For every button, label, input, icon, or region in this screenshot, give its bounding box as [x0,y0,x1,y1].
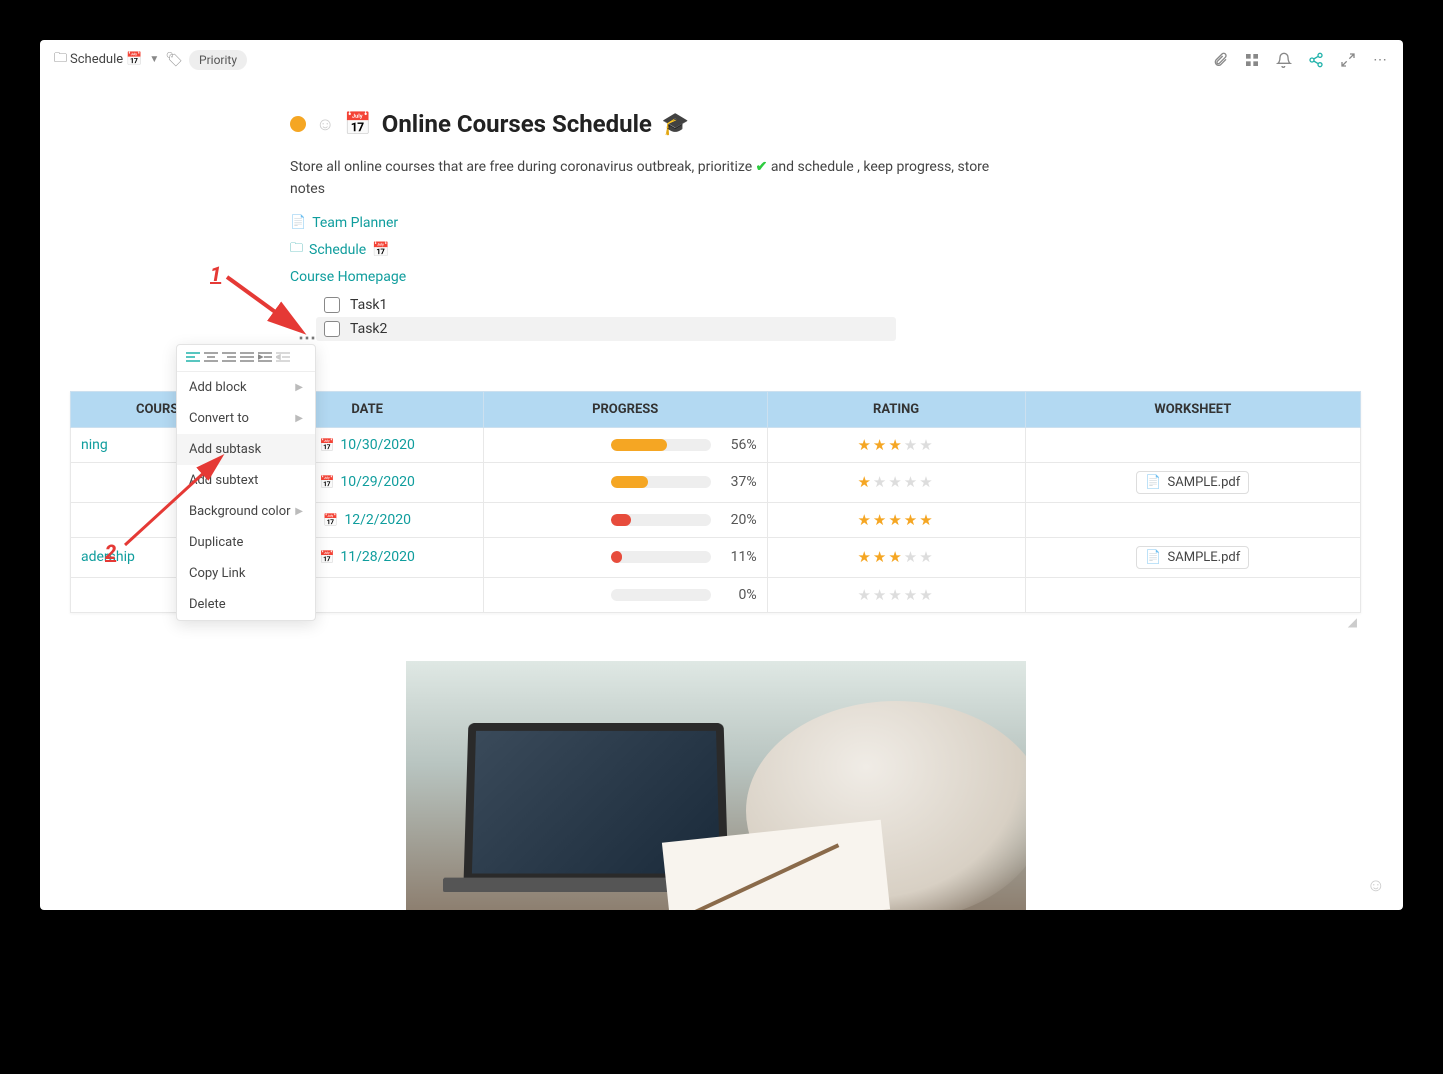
col-progress: PROGRESS [592,402,658,417]
align-justify-icon[interactable] [239,351,255,365]
schedule-link[interactable]: 🗀 Schedule📅 [290,239,1331,261]
annotation-2: 2 [105,540,116,564]
chevron-right-icon: ▶ [295,413,303,424]
outdent-icon[interactable] [275,351,291,365]
progress-bar [611,476,711,488]
page-description[interactable]: Store all online courses that are free d… [290,156,990,201]
progress-bar [611,514,711,526]
status-dot[interactable] [290,116,306,132]
top-bar: 🗀 Schedule📅 ▼ 🏷 Priority ⋯ [40,40,1403,80]
align-left-icon[interactable] [185,351,201,365]
file-icon: 📄 [1145,475,1161,490]
page-title[interactable]: Online Courses Schedule [382,110,652,138]
rating-stars[interactable]: ★★★★★ [778,586,1015,604]
progress-cell[interactable]: 56% [494,437,757,453]
doc-icon: 📄 [290,215,306,230]
emoji-picker-icon[interactable]: ☺ [1367,875,1385,896]
chevron-right-icon: ▶ [295,382,303,393]
ctx-copy-link[interactable]: Copy Link [177,558,315,589]
calendar-icon: 📅 [323,513,338,527]
col-worksheet: WORKSHEET [1154,402,1231,417]
task-label: Task1 [350,297,387,313]
rating-stars[interactable]: ★★★★★ [778,473,1015,491]
task-label: Task2 [350,321,387,337]
apps-icon[interactable] [1243,51,1261,69]
chevron-down-icon[interactable]: ▼ [149,54,159,65]
folder-icon: 🗀 [54,49,67,71]
col-date: DATE [351,402,383,417]
indent-icon[interactable] [257,351,273,365]
checkbox[interactable] [324,321,340,337]
title-row: ☺ 📅 Online Courses Schedule 🎓 [290,110,1331,138]
app-frame: 🗀 Schedule📅 ▼ 🏷 Priority ⋯ [40,40,1403,910]
course-link[interactable]: ning [81,437,108,453]
file-chip[interactable]: 📄SAMPLE.pdf [1136,546,1249,569]
attachment-icon[interactable] [1211,51,1229,69]
chevron-right-icon: ▶ [295,506,303,517]
progress-bar [611,439,711,451]
calendar-icon: 📅 [319,475,334,489]
annotation-1: 1 [210,262,221,286]
align-center-icon[interactable] [203,351,219,365]
breadcrumb-label: Schedule [70,52,123,67]
ctx-delete[interactable]: Delete [177,589,315,620]
tag-icon[interactable]: 🏷 [165,52,183,68]
progress-cell[interactable]: 20% [494,512,757,528]
folder-icon: 🗀 [290,239,303,261]
task-item[interactable]: Task2 [316,317,896,341]
bell-icon[interactable] [1275,51,1293,69]
progress-value: 0% [721,587,757,603]
file-chip[interactable]: 📄SAMPLE.pdf [1136,471,1249,494]
rating-stars[interactable]: ★★★★★ [778,511,1015,529]
progress-cell[interactable]: 11% [494,549,757,565]
breadcrumb[interactable]: 🗀 Schedule📅 ▼ [54,49,159,71]
more-icon[interactable]: ⋯ [1371,51,1389,69]
ctx-add-block[interactable]: Add block▶ [177,372,315,403]
progress-value: 56% [721,437,757,453]
align-toolbar [177,345,315,372]
face-icon[interactable]: ☺ [316,114,334,135]
rating-stars[interactable]: ★★★★★ [778,548,1015,566]
priority-tag[interactable]: Priority [189,50,247,70]
progress-value: 11% [721,549,757,565]
task-item[interactable]: Task1 [316,293,1331,317]
align-right-icon[interactable] [221,351,237,365]
calendar-icon: 📅 [344,112,371,137]
checkbox[interactable] [324,297,340,313]
progress-cell[interactable]: 37% [494,474,757,490]
file-icon: 📄 [1145,550,1161,565]
team-planner-link[interactable]: 📄 Team Planner [290,215,1331,231]
rating-stars[interactable]: ★★★★★ [778,436,1015,454]
ctx-convert-to[interactable]: Convert to▶ [177,403,315,434]
progress-value: 20% [721,512,757,528]
progress-bar [611,551,711,563]
homepage-link[interactable]: Course Homepage [290,269,1331,285]
annotation-arrow-1 [222,272,312,342]
check-icon: ✔ [756,159,768,175]
calendar-emoji-icon: 📅 [126,52,142,67]
calendar-icon: 📅 [319,550,334,564]
calendar-icon: 📅 [319,438,334,452]
hero-image [406,661,1026,910]
annotation-arrow-2 [120,450,230,550]
calendar-emoji-icon: 📅 [372,242,389,258]
graduation-icon: 🎓 [662,112,689,137]
progress-cell[interactable]: 0% [494,587,757,603]
expand-icon[interactable] [1339,51,1357,69]
share-icon[interactable] [1307,51,1325,69]
col-rating: RATING [873,402,919,417]
progress-value: 37% [721,474,757,490]
progress-bar [611,589,711,601]
task-list: Task1 Task2 [316,293,1331,341]
